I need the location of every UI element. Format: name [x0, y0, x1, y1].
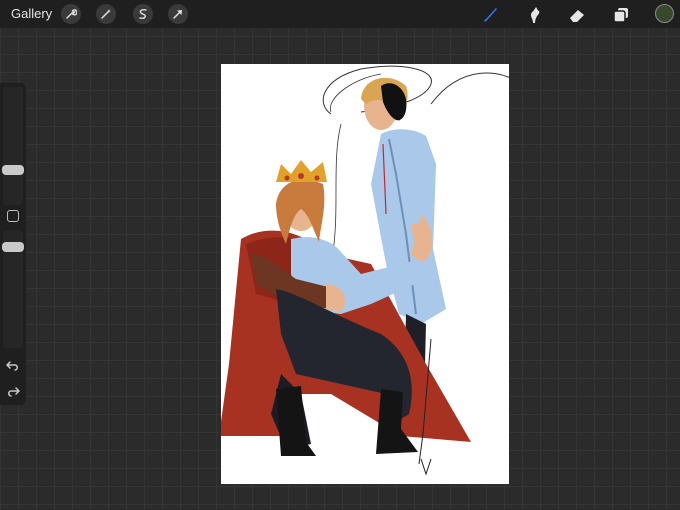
color-picker-swatch[interactable]: [655, 4, 674, 23]
transform-arrow-icon[interactable]: [168, 4, 188, 24]
brush-icon[interactable]: [479, 4, 501, 26]
undo-icon[interactable]: [5, 358, 21, 372]
smudge-icon[interactable]: [523, 4, 545, 26]
opacity-slider[interactable]: [2, 242, 24, 252]
drawing-canvas[interactable]: [221, 64, 509, 484]
magic-wand-icon[interactable]: [96, 4, 116, 24]
eraser-icon[interactable]: [566, 4, 588, 26]
gallery-button[interactable]: Gallery: [11, 6, 52, 21]
redo-icon[interactable]: [5, 384, 21, 398]
brush-size-track[interactable]: [3, 87, 23, 205]
top-toolbar: Gallery: [0, 0, 680, 28]
layers-icon[interactable]: [610, 4, 632, 26]
artwork-illustration: [221, 65, 509, 476]
selection-icon[interactable]: [133, 4, 153, 24]
wrench-icon[interactable]: [61, 4, 81, 24]
brush-size-slider[interactable]: [2, 165, 24, 175]
left-sidebar: [0, 83, 26, 405]
modify-square-button[interactable]: [7, 210, 19, 222]
